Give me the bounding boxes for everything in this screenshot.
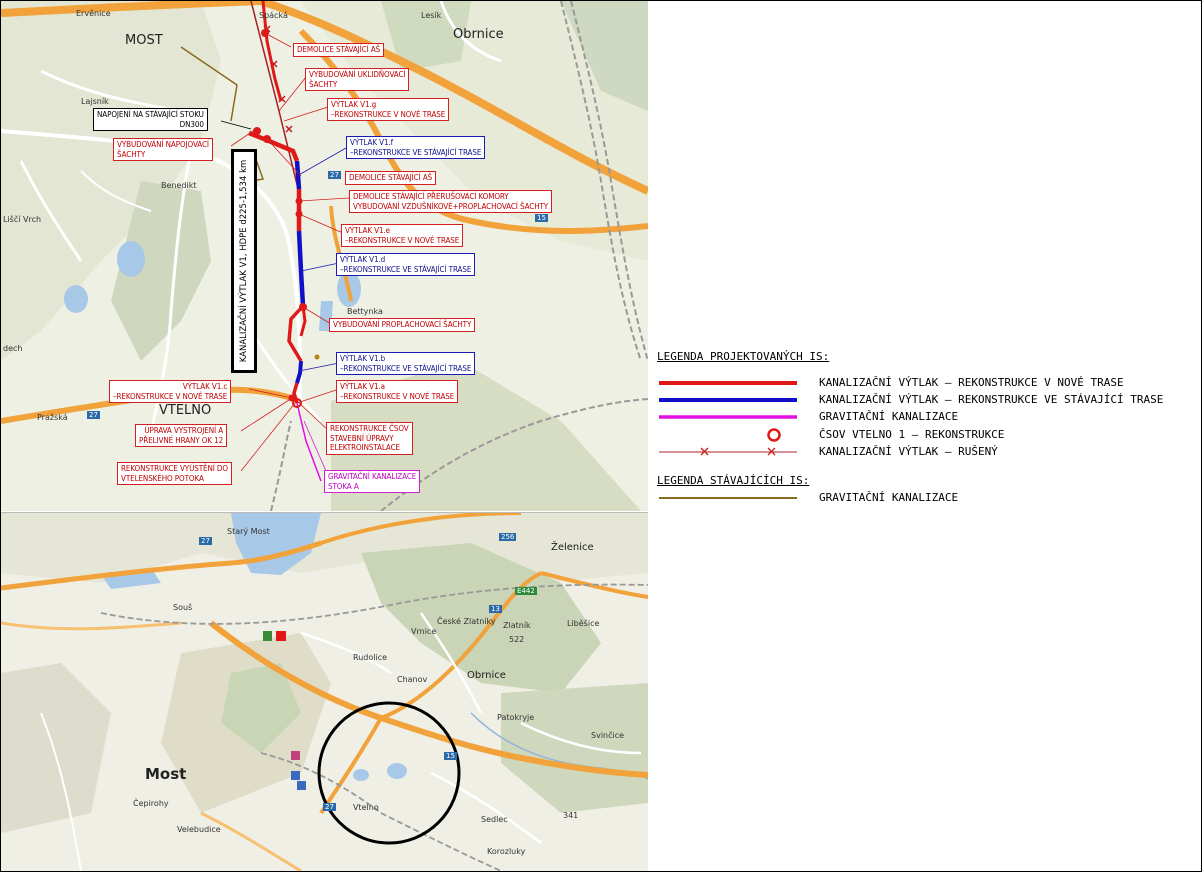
road-badge-27: 27 bbox=[328, 171, 341, 179]
legend-item-cancelled: KANALIZAČNÍ VÝTLAK – RUŠENÝ bbox=[659, 444, 1199, 460]
place-ceprofry: Čepirohy bbox=[133, 799, 169, 808]
callout-uprava-vystrojeni: ÚPRAVA VYSTROJENÍ A PŘELIVNÉ HRANY OK 12 bbox=[135, 424, 228, 447]
callout-napojeni: NAPOJENÍ NA STÁVAJÍCÍ STOKU DN300 bbox=[93, 108, 208, 131]
callout-vytlak-v1b: VÝTLAK V1.b –REKONSTRUKCE VE STÁVAJÍCÍ T… bbox=[336, 352, 476, 375]
place-lesik: Lesík bbox=[421, 11, 442, 20]
legend-item-csov: ČSOV VTELNO 1 – REKONSTRUKCE bbox=[659, 427, 1199, 443]
road-badge-27-bottom-b: 27 bbox=[323, 803, 336, 811]
legend-symbol-magenta-line bbox=[659, 415, 797, 419]
legend-symbol-brown-line bbox=[659, 497, 797, 499]
callout-vybudovani-uklidnovaci: VYBUDOVÁNÍ UKLIDŇOVACÍ ŠACHTY bbox=[305, 68, 410, 91]
place-velebudice: Velebudice bbox=[177, 825, 221, 834]
callout-vybudovani-napojovaci: VYBUDOVÁNÍ NAPOJOVACÍ ŠACHTY bbox=[113, 138, 213, 161]
place-zlatnik: Zlatník bbox=[503, 621, 531, 630]
legend-symbol-red-circle bbox=[767, 428, 781, 442]
legend-symbol-blue-line bbox=[659, 398, 797, 402]
callout-rekonstrukce-csov: REKONSTRUKCE ČSOV STAVEBNÍ ÚPRAVY ELEKTR… bbox=[326, 422, 413, 455]
callout-demolice-as-mid: DEMOLICE STÁVAJÍCÍ AŠ bbox=[345, 171, 437, 185]
place-most-bottom: Most bbox=[145, 765, 187, 783]
legend-item-new-route: KANALIZAČNÍ VÝTLAK – REKONSTRUKCE V NOVÉ… bbox=[659, 375, 1199, 391]
place-zelenice: Želenice bbox=[551, 542, 594, 553]
place-benedikt: Benedikt bbox=[161, 181, 197, 190]
place-rudolice: Rudolice bbox=[353, 653, 388, 662]
legend-symbol-crossed-line bbox=[659, 447, 797, 456]
callout-vybudovani-proplachovaci: VYBUDOVÁNÍ PROPLACHOVACÍ ŠACHTY bbox=[329, 318, 476, 332]
legend-item-existing-gravity: GRAVITAČNÍ KANALIZACE bbox=[659, 490, 1199, 506]
legend-heading-projected: LEGENDA PROJEKTOVANÝCH IS: bbox=[657, 350, 830, 363]
place-vtelno-bottom: Vtelno bbox=[353, 803, 379, 812]
detail-map[interactable]: MOST Obrnice VTELNO Lajsník Benedikt Liš… bbox=[1, 1, 648, 511]
place-bettynka: Bettynka bbox=[347, 307, 383, 316]
overview-map-canvas bbox=[1, 513, 648, 871]
place-sedlec: Sedlec bbox=[481, 815, 508, 824]
hill-341: 341 bbox=[563, 811, 579, 820]
legend-item-gravity-sewer: GRAVITAČNÍ KANALIZACE bbox=[659, 409, 1199, 425]
road-badge-27b: 27 bbox=[87, 411, 100, 419]
legend: LEGENDA PROJEKTOVANÝCH IS: KANALIZAČNÍ V… bbox=[655, 350, 1200, 520]
place-obrnice-bottom: Obrnice bbox=[467, 670, 506, 681]
road-badge-27-bottom: 27 bbox=[199, 537, 212, 545]
street-spacka: Spácká bbox=[259, 11, 288, 20]
callout-rekonstrukce-vyusteni: REKONSTRUKCE VYÚSTĚNÍ DO VTELENSKÉHO POT… bbox=[117, 462, 232, 485]
legend-heading-existing: LEGENDA STÁVAJÍCÍCH IS: bbox=[657, 474, 810, 487]
street-prazska: Pražská bbox=[37, 413, 68, 422]
callout-vytlak-v1f: VÝTLAK V1.f –REKONSTRUKCE VE STÁVAJÍCÍ T… bbox=[346, 136, 486, 159]
callout-vytlak-v1a: VÝTLAK V1.a –REKONSTRUKCE V NOVÉ TRASE bbox=[336, 380, 459, 403]
place-ervenice: Ervěnice bbox=[76, 9, 111, 18]
place-svincice: Svinčice bbox=[591, 731, 625, 740]
legend-item-existing-route: KANALIZAČNÍ VÝTLAK – REKONSTRUKCE VE STÁ… bbox=[659, 392, 1199, 408]
hill-522: 522 bbox=[509, 635, 525, 644]
place-vrnice: Vrnice bbox=[411, 627, 437, 636]
place-sous: Souš bbox=[173, 603, 193, 612]
place-ceske-zlatniky: České Zlatníky bbox=[437, 617, 496, 626]
callout-vytlak-v1g: VÝTLAK V1.g –REKONSTRUKCE V NOVÉ TRASE bbox=[327, 98, 450, 121]
callout-vytlak-v1c: VÝTLAK V1.c –REKONSTRUKCE V NOVÉ TRASE bbox=[109, 380, 232, 403]
road-badge-256: 256 bbox=[499, 533, 517, 541]
overview-map[interactable]: Most Obrnice Želenice Rudolice Chanov Pa… bbox=[1, 512, 648, 871]
callout-demolice-komory: DEMOLICE STÁVAJÍCÍ PŘERUŠOVACÍ KOMORY VY… bbox=[349, 190, 553, 213]
callout-vytlak-v1e: VÝTLAK V1.e –REKONSTRUKCE V NOVÉ TRASE bbox=[341, 224, 464, 247]
place-libesice: Liběšice bbox=[567, 619, 600, 628]
road-badge-13: 13 bbox=[489, 605, 502, 613]
callout-vytlak-v1d: VÝTLAK V1.d –REKONSTRUKCE VE STÁVAJÍCÍ T… bbox=[336, 253, 476, 276]
place-stary-most: Starý Most bbox=[227, 527, 270, 536]
place-obrnice: Obrnice bbox=[453, 27, 504, 42]
place-most: MOST bbox=[125, 33, 163, 48]
route-summary-label: KANALIZAČNÍ VÝTLAK V1, HDPE d225-1,534 k… bbox=[231, 149, 257, 373]
road-badge-e442: E442 bbox=[515, 587, 537, 595]
place-patokryje: Patokryje bbox=[497, 713, 535, 722]
callout-gravitacni-stoka-a: GRAVITAČNÍ KANALIZACE STOKA A bbox=[324, 470, 421, 493]
road-badge-15: 15 bbox=[535, 214, 548, 222]
place-lajsnik: Lajsník bbox=[81, 97, 109, 106]
road-badge-15-bottom: 15 bbox=[444, 752, 457, 760]
place-lisci-vrch: Liščí Vrch bbox=[3, 215, 42, 224]
place-chanov: Chanov bbox=[397, 675, 428, 684]
legend-symbol-red-line bbox=[659, 381, 797, 385]
place-dech: dech bbox=[3, 344, 23, 353]
callout-demolice-as-top: DEMOLICE STÁVAJÍCÍ AŠ bbox=[293, 43, 385, 57]
place-korozluky: Korozluky bbox=[487, 847, 526, 856]
place-vtelno: VTELNO bbox=[159, 403, 212, 418]
